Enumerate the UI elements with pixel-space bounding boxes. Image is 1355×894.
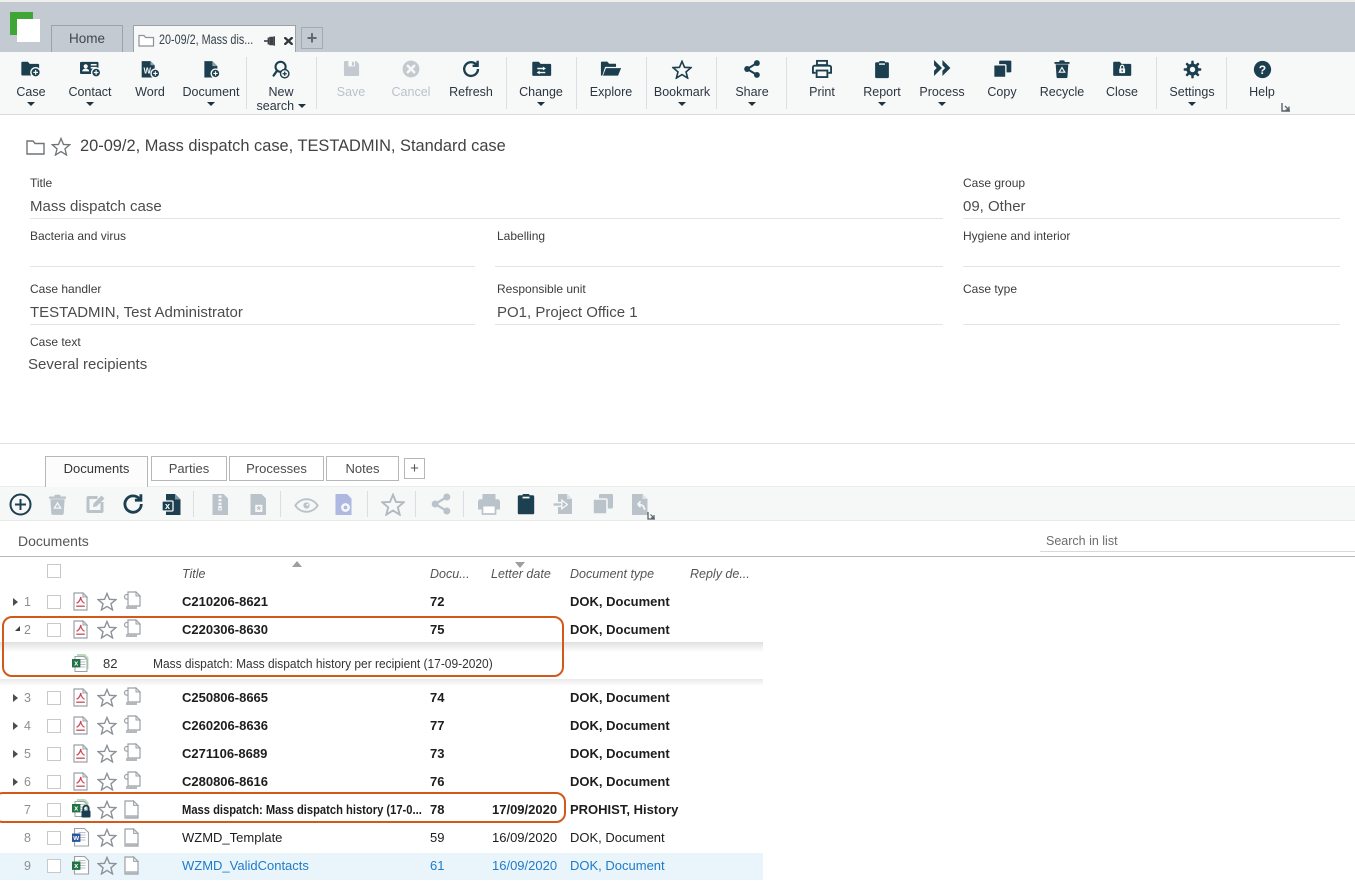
svg-text:*: * bbox=[257, 505, 262, 517]
svg-text:w: w bbox=[72, 833, 79, 842]
svg-text:?: ? bbox=[1258, 63, 1265, 77]
svg-text:x: x bbox=[165, 501, 170, 511]
svg-text:W: W bbox=[143, 66, 151, 75]
